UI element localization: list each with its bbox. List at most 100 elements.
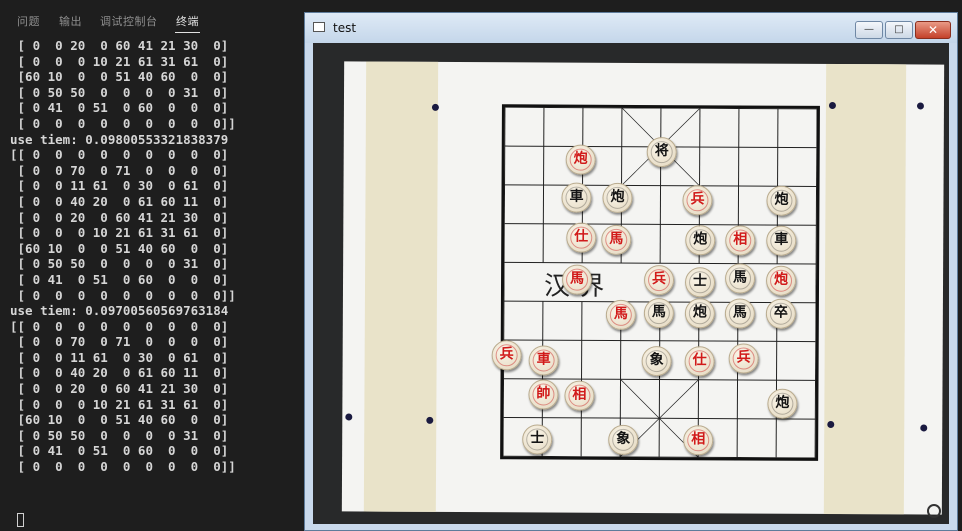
terminal-line: [[ 0 0 0 0 0 0 0 0 0] bbox=[10, 147, 229, 163]
terminal-line: [ 0 50 50 0 0 0 0 31 0] bbox=[10, 256, 229, 272]
terminal-line: [[ 0 0 0 0 0 0 0 0 0] bbox=[10, 318, 229, 334]
terminal-line: [ 0 41 0 51 0 60 0 0 0] bbox=[10, 100, 229, 116]
terminal-line: [ 0 0 40 20 0 61 60 11 0] bbox=[10, 193, 229, 209]
chess-piece-black: 炮 bbox=[684, 298, 715, 329]
terminal-line: [ 0 0 0 10 21 61 31 61 0] bbox=[10, 225, 229, 241]
terminal-line: [ 0 0 40 20 0 61 60 11 0] bbox=[10, 365, 229, 381]
xiangqi-board: 汉 界 炮将車炮兵炮仕馬炮相車馬兵士馬炮馬馬炮馬卒兵車象仕兵帥相炮士象相 bbox=[491, 104, 820, 461]
marker-dot bbox=[431, 103, 439, 111]
piece-ring bbox=[728, 267, 752, 290]
terminal-line: [ 0 0 0 10 21 61 31 61 0] bbox=[10, 53, 229, 69]
terminal-line: [ 0 0 11 61 0 30 0 61 0] bbox=[10, 178, 229, 194]
piece-ring bbox=[606, 186, 629, 209]
chess-piece-red: 兵 bbox=[491, 340, 522, 371]
piece-ring bbox=[569, 148, 592, 171]
window-titlebar[interactable]: test — □ ✕ bbox=[305, 13, 957, 43]
minimize-button[interactable]: — bbox=[855, 21, 883, 39]
terminal-cursor bbox=[17, 513, 24, 527]
terminal-line: [ 0 0 70 0 71 0 0 0 0] bbox=[10, 334, 229, 350]
chess-piece-red: 相 bbox=[683, 425, 714, 456]
terminal-line: [ 0 0 0 10 21 61 31 61 0] bbox=[10, 396, 229, 412]
piece-ring bbox=[729, 229, 752, 252]
marker-dot bbox=[426, 416, 434, 424]
terminal-line: [ 0 0 0 0 0 0 0 0 0]] bbox=[10, 459, 236, 475]
piece-ring bbox=[565, 268, 589, 291]
tab-problems[interactable]: 问题 bbox=[17, 13, 40, 29]
marker-dot bbox=[920, 424, 928, 432]
terminal-line: [ 0 0 20 0 60 41 21 30 0] bbox=[10, 381, 229, 397]
terminal-line: [ 0 41 0 51 0 60 0 0 0] bbox=[10, 443, 229, 459]
maximize-button[interactable]: □ bbox=[885, 21, 913, 39]
marker-dot bbox=[828, 101, 836, 110]
terminal-line: use tiem: 0.0980055332183837​9 bbox=[10, 131, 229, 147]
piece-ring bbox=[769, 269, 793, 292]
chess-piece-red: 馬 bbox=[561, 264, 593, 295]
chess-piece-black: 馬 bbox=[724, 298, 755, 329]
terminal-line: [ 0 0 0 0 0 0 0 0 0]] bbox=[10, 287, 236, 303]
piece-ring bbox=[532, 349, 555, 372]
grid-line bbox=[542, 107, 545, 263]
tab-terminal[interactable]: 终端 bbox=[176, 13, 199, 29]
terminal-output[interactable]: [ 0 0 20 0 60 41 21 30 0] [ 0 0 0 10 21 … bbox=[10, 38, 305, 531]
tape-strip-left bbox=[363, 61, 439, 512]
chess-piece-red: 馬 bbox=[601, 224, 632, 255]
grid-line bbox=[580, 301, 583, 457]
piece-ring bbox=[568, 384, 591, 407]
piece-ring bbox=[686, 189, 709, 212]
tape-strip-right bbox=[823, 63, 907, 515]
terminal-line: [ 0 0 11 61 0 30 0 61 0] bbox=[10, 349, 229, 365]
piece-ring bbox=[688, 271, 712, 294]
terminal-line: [ 0 0 70 0 71 0 0 0 0] bbox=[10, 162, 229, 178]
tab-output[interactable]: 输出 bbox=[59, 13, 82, 29]
piece-ring bbox=[495, 344, 518, 367]
chess-piece-black: 卒 bbox=[765, 298, 796, 329]
chess-piece-red: 帥 bbox=[528, 379, 559, 410]
terminal-line: [60 10 0 0 51 40 60 0 0] bbox=[10, 240, 229, 256]
terminal-line: [ 0 0 20 0 60 41 21 30 0] bbox=[10, 209, 229, 225]
active-tab-indicator bbox=[175, 32, 200, 33]
piece-ring bbox=[688, 302, 711, 325]
panel-tab-bar: 问题 输出 调试控制台 终端 bbox=[0, 0, 305, 38]
window-app-icon bbox=[313, 22, 325, 32]
terminal-line: [60 10 0 0 51 40 60 0 0] bbox=[10, 69, 229, 85]
chess-piece-red: 炮 bbox=[565, 144, 596, 175]
piece-ring bbox=[732, 347, 755, 370]
camera-indicator-icon bbox=[927, 504, 941, 518]
piece-ring bbox=[609, 303, 632, 326]
close-button[interactable]: ✕ bbox=[915, 21, 951, 39]
chess-piece-red: 炮 bbox=[765, 265, 797, 296]
piece-ring bbox=[728, 302, 751, 325]
chess-piece-red: 兵 bbox=[643, 265, 675, 296]
terminal-line: [ 0 41 0 51 0 60 0 0 0] bbox=[10, 271, 229, 287]
piece-ring bbox=[647, 269, 671, 292]
chess-piece-black: 馬 bbox=[643, 298, 674, 329]
grid-line bbox=[814, 108, 817, 458]
piece-ring bbox=[565, 186, 588, 209]
chess-piece-red: 兵 bbox=[728, 343, 759, 374]
chess-piece-red: 車 bbox=[528, 345, 559, 376]
chess-piece-red: 兵 bbox=[682, 185, 713, 216]
chess-piece-red: 馬 bbox=[605, 299, 636, 330]
tab-debug-console[interactable]: 调试控制台 bbox=[100, 13, 158, 29]
grid-line bbox=[659, 108, 662, 264]
camera-frame: 汉 界 炮将車炮兵炮仕馬炮相車馬兵士馬炮馬馬炮馬卒兵車象仕兵帥相炮士象相 bbox=[313, 43, 949, 524]
chess-piece-red: 仕 bbox=[566, 222, 597, 253]
terminal-line: [ 0 50 50 0 0 0 0 31 0] bbox=[10, 84, 229, 100]
piece-ring bbox=[647, 302, 670, 325]
chess-piece-black: 車 bbox=[766, 225, 797, 256]
chess-piece-red: 相 bbox=[564, 380, 595, 411]
chess-piece-red: 仕 bbox=[684, 346, 715, 377]
piece-ring bbox=[612, 428, 635, 451]
piece-ring bbox=[689, 229, 712, 252]
chess-piece-red: 相 bbox=[725, 225, 756, 256]
piece-ring bbox=[605, 228, 628, 251]
chess-piece-black: 車 bbox=[561, 182, 592, 213]
chess-piece-black: 炮 bbox=[602, 182, 633, 213]
chess-piece-black: 将 bbox=[646, 137, 677, 168]
grid-line bbox=[503, 107, 506, 457]
terminal-line: [ 0 50 50 0 0 0 0 31 0] bbox=[10, 427, 229, 443]
marker-dot bbox=[345, 413, 353, 421]
terminal-line: use tiem: 0.09700560569763184 bbox=[10, 303, 229, 319]
marker-dot bbox=[827, 420, 835, 429]
chess-piece-black: 象 bbox=[641, 345, 672, 377]
